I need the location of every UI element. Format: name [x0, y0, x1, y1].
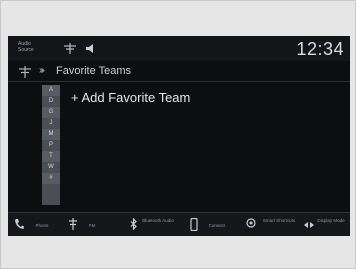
audio-source-button[interactable]: Audio Source: [18, 41, 46, 53]
dock-label: FM: [88, 223, 96, 228]
alpha-index-letter[interactable]: P: [42, 140, 60, 151]
dock-smart-shortcuts-button[interactable]: Smart Shortcuts: [244, 213, 302, 236]
figure-frame: Audio Source 12:34 ››› Favorite Teams A …: [0, 0, 356, 269]
bluetooth-icon: [130, 218, 137, 230]
alpha-index-letter[interactable]: G: [42, 107, 60, 118]
alphabet-index[interactable]: A D G J M P T W #: [42, 85, 60, 205]
dock-label: Connect: [208, 223, 226, 228]
dock-connect-button[interactable]: Connect: [188, 213, 240, 236]
phone-icon: [15, 219, 24, 229]
clock: 12:34: [296, 39, 344, 59]
antenna-icon: [19, 66, 31, 78]
dock-label: Smart Shortcuts: [262, 218, 296, 223]
header-bar: ››› Favorite Teams: [8, 63, 350, 82]
shortcuts-icon: [246, 218, 256, 228]
alpha-index-letter[interactable]: D: [42, 96, 60, 107]
alpha-index-letter[interactable]: #: [42, 173, 60, 184]
smartphone-icon: [190, 218, 198, 231]
dock-label: Display Mode: [317, 218, 345, 223]
alpha-index-letter[interactable]: J: [42, 118, 60, 129]
bottom-dock: Phone FM Bluetooth Audio Connect Smart S…: [8, 212, 350, 236]
alpha-index-letter[interactable]: T: [42, 151, 60, 162]
dock-bluetooth-audio-button[interactable]: Bluetooth Audio: [128, 213, 184, 236]
radio-icon: [69, 218, 77, 230]
speaker-icon: [86, 44, 93, 53]
display-mode-icon: [304, 222, 314, 228]
breadcrumb-chevron-icon[interactable]: ›››: [39, 65, 45, 76]
antenna-icon: [64, 43, 76, 54]
status-bar: Audio Source 12:34: [8, 36, 350, 61]
dock-phone-button[interactable]: Phone: [12, 213, 58, 236]
add-favorite-team-button[interactable]: + Add Favorite Team: [71, 90, 190, 105]
dock-label: Bluetooth Audio: [142, 218, 174, 223]
dock-fm-button[interactable]: FM: [66, 213, 106, 236]
infotainment-screen: Audio Source 12:34 ››› Favorite Teams A …: [8, 36, 350, 236]
alpha-index-letter[interactable]: W: [42, 162, 60, 173]
page-title: Favorite Teams: [56, 65, 131, 77]
dock-label: Phone: [35, 223, 49, 228]
alpha-index-letter[interactable]: M: [42, 129, 60, 140]
alpha-index-letter[interactable]: A: [42, 85, 60, 96]
dock-display-mode-button[interactable]: Display Mode: [304, 213, 348, 236]
